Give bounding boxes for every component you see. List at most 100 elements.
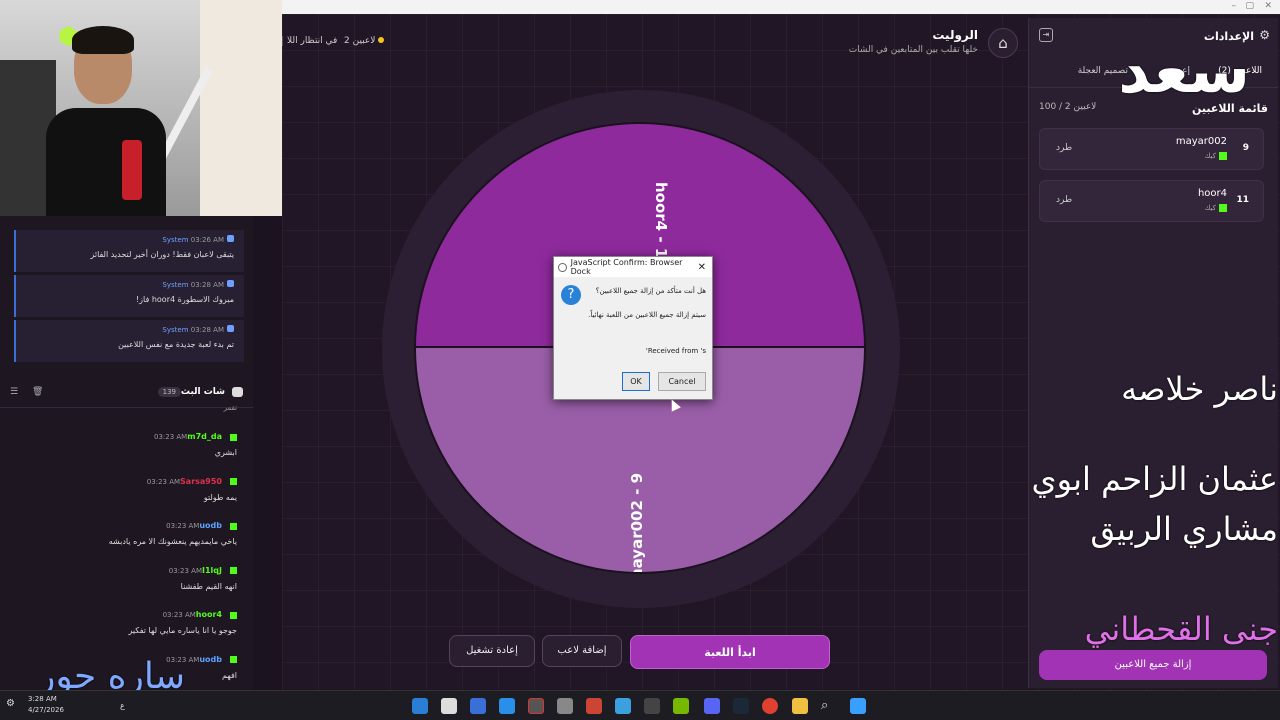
chat-partial-message: تقمر: [223, 404, 237, 412]
app-taskbar-icon[interactable]: [441, 698, 457, 714]
gear-icon: ⚙: [1259, 28, 1270, 42]
dialog-title: JavaScript Confirm: Browser Dock: [570, 258, 683, 276]
overlay-name: ناصر خلاصه: [1121, 370, 1278, 408]
home-icon[interactable]: ⌂: [988, 28, 1018, 58]
chat-username[interactable]: I1lqJ: [202, 566, 222, 575]
maximize-icon[interactable]: ▢: [1245, 1, 1254, 11]
wheel-segment-label: mayar002 - 9: [628, 472, 646, 574]
menu-icon[interactable]: ☰: [10, 387, 18, 397]
streamer: [46, 26, 166, 216]
folder-taskbar-icon[interactable]: [792, 698, 808, 714]
minimize-icon[interactable]: –: [1232, 1, 1237, 11]
kick-badge-icon: [230, 478, 237, 485]
chat-message-meta: 03:23 AMSarsa950: [147, 477, 237, 486]
chat-username[interactable]: uodb: [199, 521, 222, 530]
start-game-button[interactable]: ابدأ اللعبة: [630, 635, 830, 669]
chat-message-text: يمه طولتو: [203, 492, 237, 502]
obs-taskbar-icon[interactable]: [528, 698, 544, 714]
app-taskbar-icon[interactable]: [470, 698, 486, 714]
dialog-detail: سيتم إزالة جميع اللاعبين من اللعبة نهائي…: [588, 311, 706, 319]
players-list-count: 100 / 2 لاعبين: [1039, 102, 1097, 112]
restart-button[interactable]: إعادة تشغيل: [449, 635, 535, 667]
system-message: System 03:28 AM تم بدء لعبة جديدة مع نفس…: [14, 320, 244, 362]
chat-message: 03:23 AMhoor4 جوجو يا انا ياساره مايي لها…: [0, 610, 253, 654]
chat-title: شات البث: [180, 387, 225, 397]
chat-message-meta: 03:23 AMI1lqJ: [169, 566, 237, 575]
kick-logo-icon: [1219, 152, 1227, 160]
search-icon[interactable]: ⌕: [821, 698, 837, 714]
chat-username[interactable]: hoor4: [196, 610, 222, 619]
player-card: 9 mayar002 كيك طرد: [1039, 128, 1264, 170]
page-subtitle: خلها تقلب بين المتابعين في الشات: [848, 45, 978, 55]
chat-message: 03:23 AMuodb ياخي مايمديهم ينعشونك الا مر…: [0, 521, 253, 565]
viewer-count-badge: 139: [157, 387, 181, 397]
webcam-background: [200, 0, 282, 216]
chrome-taskbar-icon[interactable]: [762, 698, 778, 714]
player-card: 11 hoor4 كيك طرد: [1039, 180, 1264, 222]
chat-message: 03:23 AMI1lqJ انهه القيم طفشنا: [0, 566, 253, 610]
app-taskbar-icon[interactable]: [615, 698, 631, 714]
kick-badge-icon: [230, 567, 237, 574]
trash-icon[interactable]: 🗑: [32, 387, 43, 397]
player-source: كيك: [1205, 204, 1227, 212]
kick-badge-icon: [230, 522, 237, 530]
confirm-dialog: JavaScript Confirm: Browser Dock ✕ ? هل …: [553, 256, 713, 400]
system-icon: [227, 280, 234, 287]
settings-panel: ⇥ ⚙ الإعدادات اللاعبين (2) إعد تصميم الع…: [1028, 18, 1278, 688]
app-taskbar-icon[interactable]: [499, 698, 515, 714]
remove-all-players-button[interactable]: إزالة جميع اللاعبين: [1039, 650, 1267, 680]
taskbar: ⚙ 3:28 AM 4/27/2026 ع ⌕: [0, 690, 1280, 720]
chat-message-text: ياخي مايمديهم ينعشونك الا مره يادبشه: [108, 537, 237, 546]
question-icon: ?: [561, 285, 581, 305]
start-icon[interactable]: [850, 698, 866, 714]
chat-message-meta: 03:23 AMhoor4: [163, 610, 237, 619]
dialog-message: هل أنت متأكد من إزالة جميع اللاعبين؟: [595, 287, 706, 295]
overlay-name: جنى القحطاني: [1084, 610, 1278, 648]
steam-taskbar-icon[interactable]: [733, 698, 749, 714]
chat-username[interactable]: uodb: [199, 655, 222, 664]
kick-badge-icon: [230, 656, 237, 663]
collapse-panel-icon[interactable]: ⇥: [1039, 28, 1053, 42]
browser-taskbar-icon[interactable]: [412, 698, 428, 714]
app-header: ⌂ الروليت خلها تقلب بين المتابعين في الش…: [282, 24, 1022, 64]
system-feed: System 03:26 AM يتبقى لاعبان فقط! دوران …: [0, 216, 253, 362]
overlay-name: مشاري الربيق: [1090, 510, 1278, 548]
page-title: الروليت: [932, 28, 978, 42]
add-player-button[interactable]: إضافة لاعب: [542, 635, 622, 667]
kick-button[interactable]: طرد: [1056, 143, 1072, 153]
settings-taskbar-icon[interactable]: [557, 698, 573, 714]
chat-message-text: افهم: [221, 670, 237, 680]
discord-taskbar-icon[interactable]: [704, 698, 720, 714]
system-message: System 03:28 AM مبروك الاسطورة hoor4 فاز…: [14, 275, 244, 317]
chat-username[interactable]: m7d_da: [187, 432, 222, 441]
app-taskbar-icon[interactable]: [644, 698, 660, 714]
players-count: 2 لاعبين: [344, 36, 385, 46]
microphone: [122, 140, 142, 200]
input-language[interactable]: ع: [120, 701, 125, 710]
kick-badge-icon: [230, 611, 237, 619]
kick-button[interactable]: طرد: [1056, 195, 1072, 205]
close-window-icon[interactable]: ✕: [1264, 1, 1272, 11]
player-number: 9: [1242, 143, 1249, 153]
settings-tray-icon[interactable]: ⚙: [6, 698, 22, 714]
chat-icon: [232, 387, 243, 397]
chat-message: 03:23 AMm7d_da ابشري: [0, 432, 253, 476]
chat-message-text: ابشري: [214, 448, 237, 457]
chat-header: شات البث 139 ☰ 🗑: [0, 378, 253, 408]
cancel-button[interactable]: Cancel: [658, 372, 706, 391]
app-taskbar-icon[interactable]: [586, 698, 602, 714]
waiting-status: في انتظار اللا: [282, 36, 337, 46]
ok-button[interactable]: OK: [622, 372, 650, 391]
kick-logo-icon: [1219, 204, 1227, 212]
chat-message-text: انهه القيم طفشنا: [180, 581, 237, 591]
player-name: hoor4: [1197, 188, 1227, 199]
close-icon[interactable]: ✕: [698, 262, 706, 273]
window-titlebar: – ▢ ✕: [282, 0, 1280, 14]
kick-badge-icon: [230, 433, 237, 441]
chat-message: 03:23 AMSarsa950 يمه طولتو: [0, 477, 253, 521]
player-number: 11: [1236, 195, 1249, 205]
overlay-name: عثمان الزاحم ابوي: [1031, 460, 1278, 498]
chat-username[interactable]: Sarsa950: [180, 477, 222, 486]
streamer-hair: [72, 26, 134, 54]
nvidia-taskbar-icon[interactable]: [673, 698, 689, 714]
